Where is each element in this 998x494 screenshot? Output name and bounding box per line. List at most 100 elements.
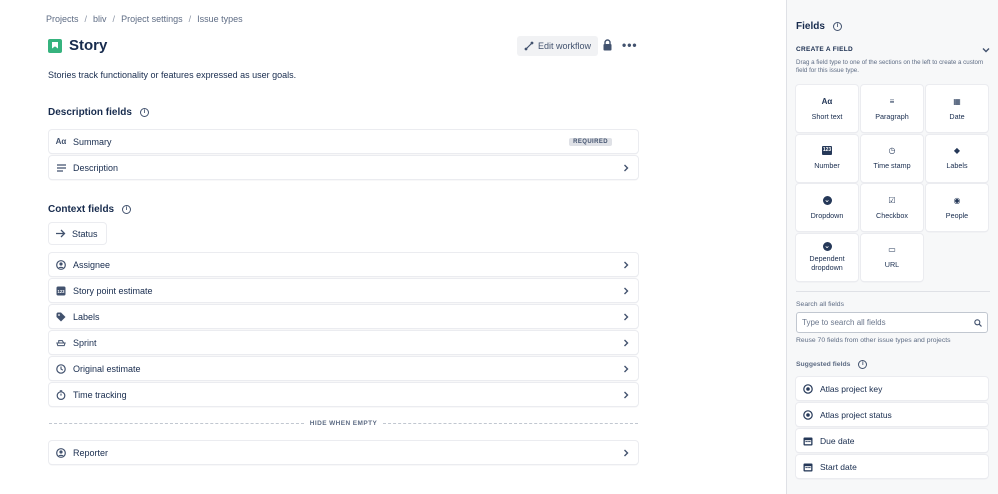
field-row-status[interactable]: Status (49, 223, 106, 244)
chevron-right-icon[interactable] (622, 313, 630, 321)
page-title[interactable]: Story (69, 37, 107, 54)
breadcrumb-project-settings[interactable]: Project settings (121, 14, 183, 24)
search-fields-input[interactable] (802, 318, 974, 327)
field-type-checkbox[interactable]: ☑ Checkbox (861, 184, 923, 231)
sidebar-divider (796, 291, 990, 292)
field-row-time-tracking[interactable]: Time tracking (49, 383, 638, 406)
clock-icon (56, 363, 66, 374)
info-icon[interactable]: i (122, 205, 132, 214)
sidebar-title-text: Fields (796, 21, 825, 32)
checkbox-icon: ☑ (888, 195, 896, 205)
hide-when-empty-divider: HIDE WHEN EMPTY (49, 418, 638, 428)
suggested-field-label: Start date (820, 461, 857, 472)
person-icon (56, 259, 66, 270)
dropdown-icon: ⌄ (822, 195, 832, 205)
chevron-right-icon[interactable] (622, 391, 630, 399)
field-type-short-text[interactable]: Aα Short text (796, 85, 858, 132)
context-fields-title: Context fields (48, 204, 115, 215)
field-row-original-estimate[interactable]: Original estimate (49, 357, 638, 380)
field-row-reporter[interactable]: Reporter (49, 441, 638, 464)
info-icon[interactable]: i (858, 360, 868, 369)
stopwatch-icon (56, 389, 66, 400)
field-row-sprint[interactable]: Sprint (49, 331, 638, 354)
chevron-right-icon[interactable] (622, 365, 630, 373)
info-icon[interactable]: i (139, 108, 149, 117)
breadcrumb-separator: / (84, 14, 88, 24)
field-label: Summary (73, 136, 112, 147)
field-type-label: URL (884, 260, 900, 269)
field-row-description[interactable]: Description (49, 156, 638, 179)
workflow-icon (524, 41, 534, 51)
field-type-label: Checkbox (876, 210, 908, 220)
description-fields-title: Description fields (48, 107, 132, 118)
field-row-assignee[interactable]: Assignee (49, 253, 638, 276)
suggested-field-atlas-project-status[interactable]: Atlas project status (796, 403, 988, 426)
hide-when-empty-label: HIDE WHEN EMPTY (309, 419, 378, 427)
field-type-paragraph[interactable]: ≡ Paragraph (861, 85, 923, 132)
suggested-fields-title: Suggested fields (796, 361, 851, 368)
dependent-dropdown-icon: ⌄ (822, 242, 832, 251)
issue-type-description: Stories track functionality or features … (48, 70, 297, 80)
title-row: Story (48, 37, 107, 54)
tag-icon: ◆ (953, 146, 961, 155)
field-type-label: Time stamp (873, 161, 911, 170)
suggested-field-start-date[interactable]: Start date (796, 455, 988, 478)
suggested-field-label: Atlas project status (820, 409, 892, 420)
field-row-labels[interactable]: Labels (49, 305, 638, 328)
more-actions-icon[interactable]: ••• (622, 39, 638, 51)
lock-icon[interactable] (602, 39, 613, 51)
search-fields-label: Search all fields (796, 301, 844, 308)
create-field-heading: CREATE A FIELD (796, 46, 854, 53)
field-type-date[interactable]: ▦ Date (926, 85, 988, 132)
chevron-right-icon[interactable] (622, 287, 630, 295)
person-icon: ◉ (953, 195, 961, 205)
text-icon: Aα (55, 137, 67, 146)
search-fields-box[interactable] (796, 312, 988, 333)
suggested-field-atlas-project-key[interactable]: Atlas project key (796, 377, 988, 400)
arrow-right-icon (56, 229, 66, 238)
field-type-dependent-dropdown[interactable]: ⌄ Dependent dropdown (796, 233, 858, 281)
main-panel: Projects / bliv / Project settings / Iss… (0, 0, 786, 494)
url-icon: ▭ (888, 245, 896, 254)
field-type-url[interactable]: ▭ URL (861, 233, 923, 281)
breadcrumb-project[interactable]: bliv (93, 14, 107, 24)
clock-icon: ◷ (888, 146, 896, 155)
field-type-people[interactable]: ◉ People (926, 184, 988, 231)
field-type-grid: Aα Short text ≡ Paragraph ▦ Date 123 Number … (796, 85, 990, 281)
create-field-header[interactable]: CREATE A FIELD (796, 46, 990, 54)
suggested-field-due-date[interactable]: Due date (796, 429, 988, 452)
atlas-icon (803, 409, 813, 420)
person-icon (56, 447, 66, 458)
field-label: Reporter (73, 447, 109, 458)
field-row-summary[interactable]: Aα Summary REQUIRED (49, 130, 638, 153)
field-type-dropdown[interactable]: ⌄ Dropdown (796, 184, 858, 231)
chevron-right-icon[interactable] (622, 339, 630, 347)
breadcrumb-separator: / (188, 14, 192, 24)
field-type-label: People (945, 210, 969, 220)
edit-workflow-button[interactable]: Edit workflow (517, 36, 599, 56)
paragraph-icon (56, 163, 66, 173)
sprint-icon (56, 338, 66, 348)
field-type-labels[interactable]: ◆ Labels (926, 134, 988, 182)
chevron-right-icon[interactable] (622, 164, 630, 172)
field-label: Status (72, 228, 98, 239)
field-type-time-stamp[interactable]: ◷ Time stamp (861, 134, 923, 182)
chevron-right-icon[interactable] (622, 261, 630, 269)
edit-workflow-label: Edit workflow (538, 41, 592, 51)
divider-line (49, 422, 304, 424)
paragraph-icon: ≡ (889, 96, 895, 106)
field-label: Assignee (73, 259, 111, 270)
reuse-fields-text: Reuse 70 fields from other issue types a… (796, 337, 951, 344)
chevron-right-icon[interactable] (622, 449, 630, 457)
number-icon: 123 (821, 146, 833, 155)
chevron-down-icon[interactable] (982, 46, 990, 54)
breadcrumb-issue-types[interactable]: Issue types (197, 14, 243, 24)
calendar-icon (803, 436, 813, 446)
field-type-label: Short text (811, 111, 843, 121)
field-row-story-point-estimate[interactable]: 123 Story point estimate (49, 279, 638, 302)
field-type-number[interactable]: 123 Number (796, 134, 858, 182)
field-label: Story point estimate (73, 285, 153, 296)
breadcrumb-projects[interactable]: Projects (46, 14, 79, 24)
info-icon[interactable]: i (832, 22, 842, 31)
svg-text:123: 123 (58, 288, 66, 293)
